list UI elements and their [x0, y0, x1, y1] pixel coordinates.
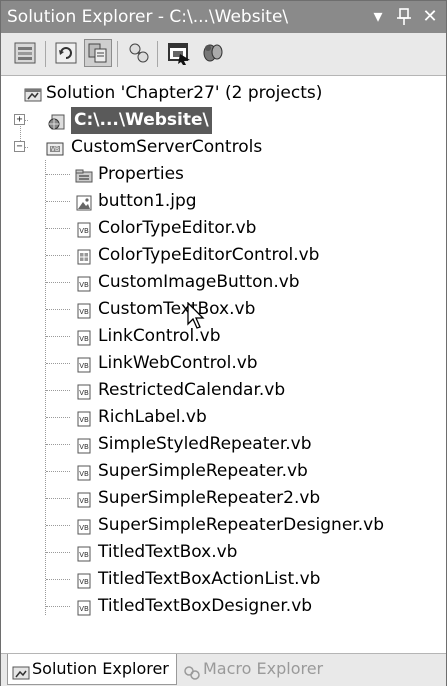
- svg-text:VB: VB: [79, 578, 89, 586]
- refresh-icon[interactable]: [53, 40, 79, 66]
- vb-file-icon: VB: [75, 517, 91, 535]
- toolbar: [1, 33, 446, 76]
- tree-connector: [46, 336, 70, 337]
- tree-connector: [46, 363, 70, 364]
- svg-text:VB: VB: [51, 146, 59, 153]
- tool-window-tabs: Solution Explorer Macro Explorer: [1, 653, 446, 686]
- svg-text:VB: VB: [79, 227, 89, 235]
- vb-file-icon: VB: [75, 382, 91, 400]
- vb-file-icon: VB: [75, 598, 91, 616]
- mouse-cursor-icon: [187, 301, 207, 335]
- tree-item-label: TitledTextBoxActionList.vb: [98, 569, 321, 589]
- image-file-icon: [75, 193, 92, 211]
- toolbar-separator: [157, 41, 158, 67]
- tree-connector: [46, 552, 70, 553]
- tree-connector: [46, 174, 70, 175]
- tree-connector: [46, 282, 70, 283]
- svg-text:VB: VB: [79, 443, 89, 451]
- tree-item-label: SuperSimpleRepeaterDesigner.vb: [98, 515, 384, 535]
- tab-label: Solution Explorer: [32, 659, 169, 678]
- vb-project-icon: VB: [46, 139, 64, 156]
- svg-text:VB: VB: [79, 470, 89, 478]
- svg-text:VB: VB: [79, 605, 89, 613]
- tree-connector: [46, 606, 70, 607]
- tree-connector: [46, 471, 70, 472]
- tree-item-label: SuperSimpleRepeater2.vb: [98, 488, 321, 508]
- svg-text:VB: VB: [79, 524, 89, 532]
- close-icon[interactable]: ✕: [419, 1, 441, 33]
- svg-text:VB: VB: [79, 416, 89, 424]
- tree-connector: [46, 390, 70, 391]
- website-label: C:\...\Website\: [71, 107, 212, 134]
- tab-solution-explorer[interactable]: Solution Explorer: [7, 654, 177, 685]
- solution-label: Solution 'Chapter27' (2 projects): [46, 83, 323, 103]
- svg-text:VB: VB: [79, 497, 89, 505]
- vb-file-icon: VB: [75, 301, 91, 319]
- tree-item-label: SimpleStyledRepeater.vb: [98, 434, 312, 454]
- tree-connector: [46, 498, 70, 499]
- user-control-file-icon: [75, 247, 91, 265]
- vb-file-icon: VB: [75, 436, 91, 454]
- show-all-files-icon[interactable]: [84, 39, 112, 67]
- tree-connector: [46, 201, 70, 202]
- svg-text:VB: VB: [79, 389, 89, 397]
- vb-file-icon: VB: [75, 220, 91, 238]
- tree-connector: [46, 228, 70, 229]
- tree-item-label: CustomImageButton.vb: [98, 272, 300, 292]
- vb-file-icon: VB: [75, 571, 91, 589]
- tree-connector: [46, 525, 70, 526]
- solution-tree[interactable]: Solution 'Chapter27' (2 projects) + C:\.…: [1, 76, 446, 651]
- tree-item-label: SuperSimpleRepeater.vb: [98, 461, 308, 481]
- tree-item-label: RestrictedCalendar.vb: [98, 380, 286, 400]
- view-class-diagram-icon[interactable]: [126, 40, 152, 66]
- tab-macro-explorer[interactable]: Macro Explorer: [179, 654, 329, 684]
- tree-item-label: Properties: [98, 164, 184, 184]
- vb-file-icon: VB: [75, 490, 91, 508]
- solution-icon: [24, 85, 42, 102]
- tree-connector: [46, 255, 70, 256]
- expand-icon[interactable]: +: [14, 114, 25, 125]
- tree-item-label: CustomTextBox.vb: [98, 299, 256, 319]
- tree-connector: [46, 309, 70, 310]
- svg-text:VB: VB: [79, 362, 89, 370]
- vb-file-icon: VB: [75, 328, 91, 346]
- solution-explorer-window: Solution Explorer - C:\...\Website\ ▾ ✕: [0, 0, 447, 686]
- custom-server-controls-label: CustomServerControls: [71, 137, 263, 157]
- tree-connector: [46, 444, 70, 445]
- solution-explorer-tab-icon: [12, 661, 30, 691]
- vb-file-icon: VB: [75, 463, 91, 481]
- svg-text:VB: VB: [79, 551, 89, 559]
- tree-item-label: TitledTextBoxDesigner.vb: [98, 596, 313, 616]
- window-position-dropdown-icon[interactable]: ▾: [367, 1, 389, 33]
- tree-item-label: ColorTypeEditorControl.vb: [98, 245, 320, 265]
- properties-folder-icon: [75, 166, 93, 183]
- toolbar-separator: [117, 41, 118, 67]
- tab-label: Macro Explorer: [203, 659, 324, 678]
- svg-text:VB: VB: [79, 281, 89, 289]
- properties-icon[interactable]: [12, 40, 38, 66]
- vb-file-icon: VB: [75, 274, 91, 292]
- svg-text:VB: VB: [79, 308, 89, 316]
- title-bar[interactable]: Solution Explorer - C:\...\Website\ ▾ ✕: [1, 1, 446, 33]
- tree-item-label: RichLabel.vb: [98, 407, 207, 427]
- collapse-icon[interactable]: −: [14, 141, 25, 152]
- auto-hide-pin-icon[interactable]: [393, 1, 415, 33]
- web-project-icon: [48, 112, 65, 130]
- vb-file-icon: VB: [75, 355, 91, 373]
- macro-explorer-tab-icon: [183, 661, 201, 691]
- tree-item-label: TitledTextBox.vb: [98, 542, 238, 562]
- tree-item-label: ColorTypeEditor.vb: [98, 218, 257, 238]
- toolbar-separator: [45, 41, 46, 67]
- vb-file-icon: VB: [75, 409, 91, 427]
- vb-file-icon: VB: [75, 544, 91, 562]
- tree-item-label: button1.jpg: [98, 191, 197, 211]
- view-designer-icon[interactable]: [200, 40, 226, 66]
- tree-connector: [46, 417, 70, 418]
- svg-text:VB: VB: [79, 335, 89, 343]
- tree-connector: [46, 579, 70, 580]
- tree-item-label: LinkWebControl.vb: [98, 353, 258, 373]
- view-code-icon[interactable]: [166, 40, 192, 66]
- window-title: Solution Explorer - C:\...\Website\: [7, 7, 289, 27]
